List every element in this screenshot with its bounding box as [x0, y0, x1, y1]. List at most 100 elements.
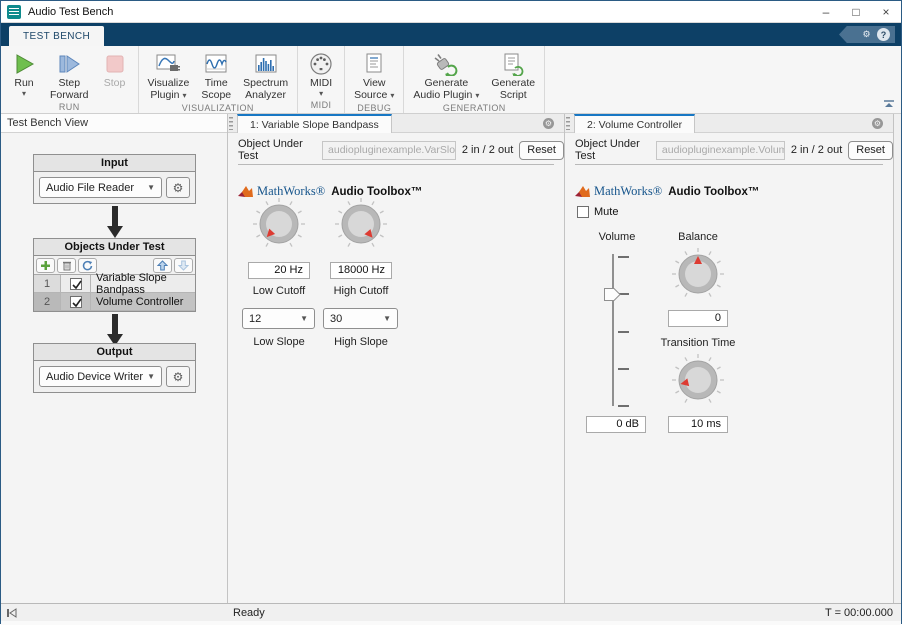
chevron-down-icon: ▼	[383, 314, 391, 323]
midi-button[interactable]: MIDI	[302, 50, 340, 100]
mute-label: Mute	[594, 206, 618, 218]
high-cutoff-knob[interactable]	[333, 196, 389, 252]
midi-icon	[309, 51, 333, 77]
visualize-plugin-button[interactable]: Visualize Plugin	[143, 50, 195, 103]
reset-button[interactable]: Reset	[519, 141, 564, 160]
low-cutoff-field[interactable]: 20 Hz	[248, 262, 310, 279]
balance-label: Balance	[668, 231, 728, 243]
volume-slider[interactable]	[604, 254, 634, 414]
section-label-midi: MIDI	[298, 100, 344, 113]
step-forward-button[interactable]: Step Forward	[45, 50, 94, 102]
section-generation: Generate Audio Plugin Generate Script	[404, 46, 545, 113]
low-slope-dropdown[interactable]: 12 ▼	[242, 308, 315, 329]
chevron-down-icon: ▼	[147, 183, 155, 192]
close-button[interactable]: ×	[871, 1, 901, 22]
input-selector[interactable]: Audio File Reader ▼	[39, 177, 162, 198]
move-up-button[interactable]	[153, 258, 172, 273]
collapse-panel-icon[interactable]	[6, 608, 17, 618]
panel2-gear-icon[interactable]: ⚙	[872, 118, 883, 129]
run-button[interactable]: Run	[5, 50, 43, 100]
spectrum-analyzer-button[interactable]: Spectrum Analyzer	[238, 50, 293, 102]
balance-field[interactable]: 0	[668, 310, 728, 327]
time-scope-icon	[204, 51, 228, 77]
check-icon	[71, 279, 83, 291]
title-bar: Audio Test Bench – □ ×	[1, 1, 901, 23]
object-row-2[interactable]: 2 Volume Controller	[34, 293, 195, 311]
transition-time-field[interactable]: 10 ms	[668, 416, 728, 433]
object-under-test-label: Object Under Test	[575, 138, 649, 162]
object-2-checkbox[interactable]	[70, 296, 82, 308]
object-under-test-label: Object Under Test	[238, 138, 315, 162]
flow-arrow-down	[107, 206, 123, 238]
test-bench-view-title: Test Bench View	[1, 114, 227, 133]
section-label-visualization: VISUALIZATION	[139, 103, 298, 113]
tab-test-bench[interactable]: TEST BENCH	[9, 26, 104, 46]
chevron-down-icon: ▼	[147, 372, 155, 381]
mathworks-logo-icon	[575, 185, 590, 198]
section-debug: View Source DEBUG	[345, 46, 404, 113]
view-source-button[interactable]: View Source	[349, 50, 399, 103]
volume-field[interactable]: 0 dB	[586, 416, 646, 433]
refresh-object-button[interactable]	[78, 258, 97, 273]
transition-time-knob[interactable]	[670, 352, 726, 408]
section-visualization: Visualize Plugin Time Scope	[139, 46, 299, 113]
ribbon-tab-strip: TEST BENCH ⚙ ?	[1, 23, 901, 46]
run-icon	[13, 51, 35, 77]
drag-handle-icon[interactable]	[229, 117, 233, 130]
object-under-test-field[interactable]: audiopluginexample.VarSlopeBand	[322, 141, 456, 160]
product-name: Audio Toolbox™	[668, 186, 759, 198]
io-count-label: 2 in / 2 out	[791, 144, 842, 156]
high-cutoff-field[interactable]: 18000 Hz	[330, 262, 392, 279]
slider-handle[interactable]	[604, 288, 621, 301]
arrow-down-icon	[178, 260, 189, 271]
main-area: Test Bench View Input Audio File Reader …	[1, 114, 901, 603]
mathworks-wordmark: MathWorks®	[594, 184, 662, 199]
add-object-button[interactable]	[36, 258, 55, 273]
dropdown-arrow-icon	[319, 89, 323, 99]
object-under-test-field[interactable]: audiopluginexample.VolumeControl	[656, 141, 785, 160]
panel1-gear-icon[interactable]: ⚙	[543, 118, 554, 129]
output-settings-button[interactable]: ⚙	[166, 366, 190, 387]
time-scope-button[interactable]: Time Scope	[196, 50, 236, 102]
panel1-tab[interactable]: 1: Variable Slope Bandpass	[237, 114, 392, 133]
panel2-tab[interactable]: 2: Volume Controller	[574, 114, 695, 133]
low-cutoff-knob[interactable]	[251, 196, 307, 252]
drag-handle-icon[interactable]	[566, 117, 570, 130]
dropdown-arrow-icon	[22, 89, 26, 99]
slider-track[interactable]	[612, 254, 614, 406]
view-source-icon	[364, 51, 384, 77]
add-icon	[40, 260, 51, 271]
minimize-button[interactable]: –	[811, 1, 841, 22]
divider	[238, 164, 554, 165]
input-settings-button[interactable]: ⚙	[166, 177, 190, 198]
maximize-button[interactable]: □	[841, 1, 871, 22]
high-slope-label: High Slope	[326, 336, 396, 348]
generate-script-button[interactable]: Generate Script	[486, 50, 540, 102]
window-bottom-edge	[1, 621, 901, 625]
test-bench-view-panel: Test Bench View Input Audio File Reader …	[1, 114, 228, 603]
delete-object-button[interactable]	[57, 258, 76, 273]
output-selector[interactable]: Audio Device Writer ▼	[39, 366, 162, 387]
panel2-tab-strip: 2: Volume Controller ⚙	[565, 114, 893, 133]
high-slope-dropdown[interactable]: 30 ▼	[323, 308, 398, 329]
generate-audio-plugin-button[interactable]: Generate Audio Plugin	[408, 50, 484, 103]
balance-knob[interactable]	[670, 246, 726, 302]
generate-audio-plugin-icon	[432, 51, 460, 77]
reset-button[interactable]: Reset	[848, 141, 893, 160]
object-row-1[interactable]: 1 Variable Slope Bandpass	[34, 275, 195, 293]
objects-under-test-title: Objects Under Test	[34, 239, 195, 256]
low-slope-label: Low Slope	[248, 336, 310, 348]
mute-checkbox[interactable]	[577, 206, 589, 218]
section-label-generation: GENERATION	[404, 103, 544, 113]
preferences-icon[interactable]: ⚙	[860, 28, 873, 41]
input-box-title: Input	[34, 155, 195, 172]
objects-under-test-box: Objects Under Test 1	[33, 238, 196, 312]
brand-row: MathWorks® Audio Toolbox™	[575, 184, 759, 199]
collapse-toolstrip-icon[interactable]	[883, 99, 895, 109]
help-icon[interactable]: ?	[877, 28, 890, 41]
step-forward-icon	[57, 51, 81, 77]
window-title: Audio Test Bench	[28, 6, 113, 18]
object-1-checkbox[interactable]	[70, 278, 82, 290]
io-count-label: 2 in / 2 out	[462, 144, 513, 156]
input-box: Input Audio File Reader ▼ ⚙	[33, 154, 196, 204]
